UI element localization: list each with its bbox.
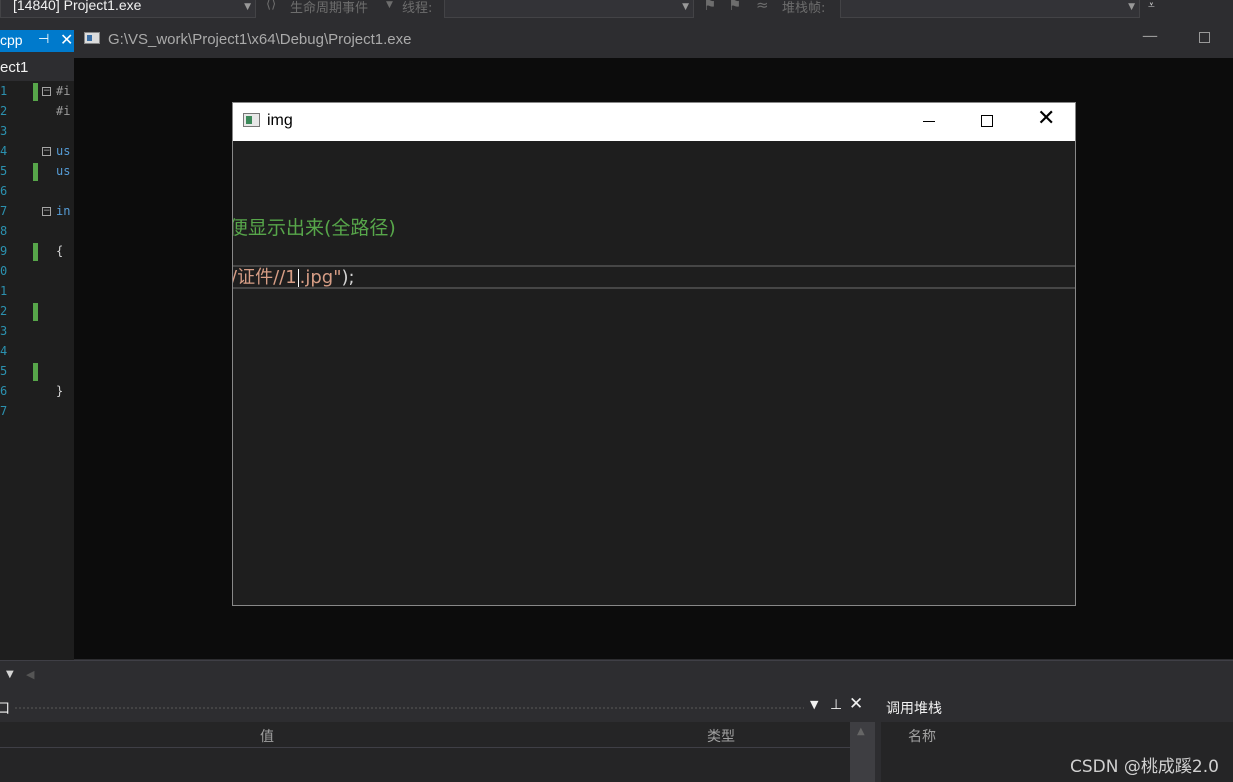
editor-tab-label: cpp: [0, 32, 23, 48]
line-number: 0: [0, 264, 8, 278]
code-line: us: [56, 144, 71, 158]
image-comment-text: 便显示出来(全路径): [233, 217, 396, 239]
callstack-panel-title: 调用堆栈: [886, 701, 942, 717]
thread-label: 线程:: [402, 1, 433, 16]
line-number: 2: [0, 304, 8, 318]
image-string-text: /证件//1 .jpg");: [233, 263, 355, 289]
show-threads-icon[interactable]: ≈: [756, 0, 769, 14]
watermark: CSDN @桃成蹊2.0: [1070, 757, 1219, 777]
text-cursor: [297, 269, 299, 287]
change-marker: [33, 83, 38, 101]
close-icon[interactable]: ✕: [60, 30, 73, 49]
minimize-icon[interactable]: [923, 121, 935, 122]
editor-tab[interactable]: cpp ⊣ ✕: [0, 30, 75, 52]
line-number: 5: [0, 364, 8, 378]
code-line: }: [56, 384, 64, 398]
column-header-name[interactable]: 名称: [908, 726, 936, 746]
toolbar-overflow-icon[interactable]: ⩡: [1148, 0, 1155, 13]
line-number: 9: [0, 244, 8, 258]
scroll-up-icon[interactable]: ▲: [857, 726, 865, 737]
chevron-down-icon: ▼: [682, 2, 689, 12]
thread-dropdown[interactable]: ▼: [444, 0, 694, 18]
pin-icon[interactable]: ⊥: [830, 697, 842, 713]
lifecycle-events-label[interactable]: 生命周期事件: [290, 0, 368, 16]
console-title: G:\VS_work\Project1\x64\Debug\Project1.e…: [108, 31, 412, 48]
image-app-icon: [243, 113, 260, 127]
change-marker: [33, 243, 38, 261]
img-window-titlebar[interactable]: img ✕: [233, 103, 1075, 141]
string-part: /证件//1: [233, 267, 297, 288]
code-line: in: [56, 204, 71, 218]
line-number: 7: [0, 404, 8, 418]
pin-icon[interactable]: ⊣: [38, 32, 49, 47]
chevron-down-icon: ▼: [1128, 2, 1135, 12]
line-number: 4: [0, 344, 8, 358]
chevron-down-icon: ▼: [244, 2, 251, 12]
line-number: 6: [0, 184, 8, 198]
vertical-scrollbar[interactable]: ▲: [850, 722, 875, 782]
line-number: 4: [0, 144, 8, 158]
column-header-type[interactable]: 类型: [707, 726, 735, 746]
line-number: 2: [0, 104, 8, 118]
img-window[interactable]: img ✕ 便显示出来(全路径) /证件//1 .jpg");: [232, 102, 1076, 606]
console-app-icon: [84, 32, 100, 44]
debug-toolbar: [14840] Project1.exe ▼ ⟨⟩ 生命周期事件 ▼ 线程: ▼…: [0, 0, 1233, 20]
flag-all-icon[interactable]: ⚑: [728, 0, 741, 14]
current-line-highlight: [233, 265, 1075, 289]
maximize-icon[interactable]: [1199, 32, 1210, 43]
change-marker: [33, 363, 38, 381]
code-line: #i: [56, 84, 71, 98]
collapse-icon[interactable]: −: [42, 147, 51, 156]
lifecycle-events-icon[interactable]: ⟨⟩: [266, 0, 276, 12]
code-editor[interactable]: 1 2 3 4 5 6 7 8 9 0 1 2 3 4 5 6 7 − − − …: [0, 81, 74, 661]
string-part: .jpg": [299, 267, 342, 288]
code-line: {: [56, 244, 64, 258]
change-marker: [33, 303, 38, 321]
line-number: 1: [0, 84, 8, 98]
flag-thread-icon[interactable]: ⚑: [703, 0, 716, 14]
panel-grip[interactable]: [14, 706, 804, 710]
line-number: 8: [0, 224, 8, 238]
line-number: 3: [0, 324, 8, 338]
close-icon[interactable]: ✕: [1037, 106, 1055, 131]
window-menu-icon[interactable]: ▼: [810, 698, 818, 711]
line-number: 7: [0, 204, 8, 218]
console-titlebar[interactable]: G:\VS_work\Project1\x64\Debug\Project1.e…: [74, 22, 1233, 58]
chevron-down-icon[interactable]: ▼: [6, 669, 14, 680]
editor-horizontal-bar: ▼ ◀: [0, 660, 1233, 690]
line-number: 1: [0, 284, 8, 298]
column-header-value[interactable]: 值: [260, 726, 274, 746]
line-number: 3: [0, 124, 8, 138]
maximize-icon[interactable]: [981, 115, 993, 127]
change-marker: [33, 163, 38, 181]
code-line: us: [56, 164, 71, 178]
line-number: 6: [0, 384, 8, 398]
chevron-down-icon[interactable]: ▼: [386, 0, 393, 10]
watch-panel-title: 口: [0, 701, 10, 717]
stack-frame-label: 堆栈帧:: [782, 1, 826, 16]
minimize-icon[interactable]: —: [1142, 26, 1158, 45]
line-number: 5: [0, 164, 8, 178]
process-dropdown[interactable]: [14840] Project1.exe ▼: [0, 0, 256, 18]
img-window-title: img: [267, 112, 293, 129]
string-tail: );: [341, 267, 355, 288]
watch-panel-header[interactable]: 口 ▼ ⊥ ✕: [0, 692, 875, 722]
watch-column-headers: 值 类型: [0, 722, 850, 748]
project-navigation-label[interactable]: ect1: [0, 59, 28, 76]
collapse-icon[interactable]: −: [42, 207, 51, 216]
image-display: 便显示出来(全路径) /证件//1 .jpg");: [233, 141, 1075, 605]
stack-frame-dropdown[interactable]: ▼: [840, 0, 1140, 18]
code-line: #i: [56, 104, 71, 118]
watch-panel: 口 ▼ ⊥ ✕ 值 类型 ▲: [0, 692, 875, 782]
close-icon[interactable]: ✕: [849, 694, 863, 714]
collapse-icon[interactable]: −: [42, 87, 51, 96]
scroll-left-icon[interactable]: ◀: [26, 668, 34, 681]
process-dropdown-value: [14840] Project1.exe: [13, 0, 142, 13]
callstack-panel-header[interactable]: 调用堆栈: [881, 692, 1233, 722]
